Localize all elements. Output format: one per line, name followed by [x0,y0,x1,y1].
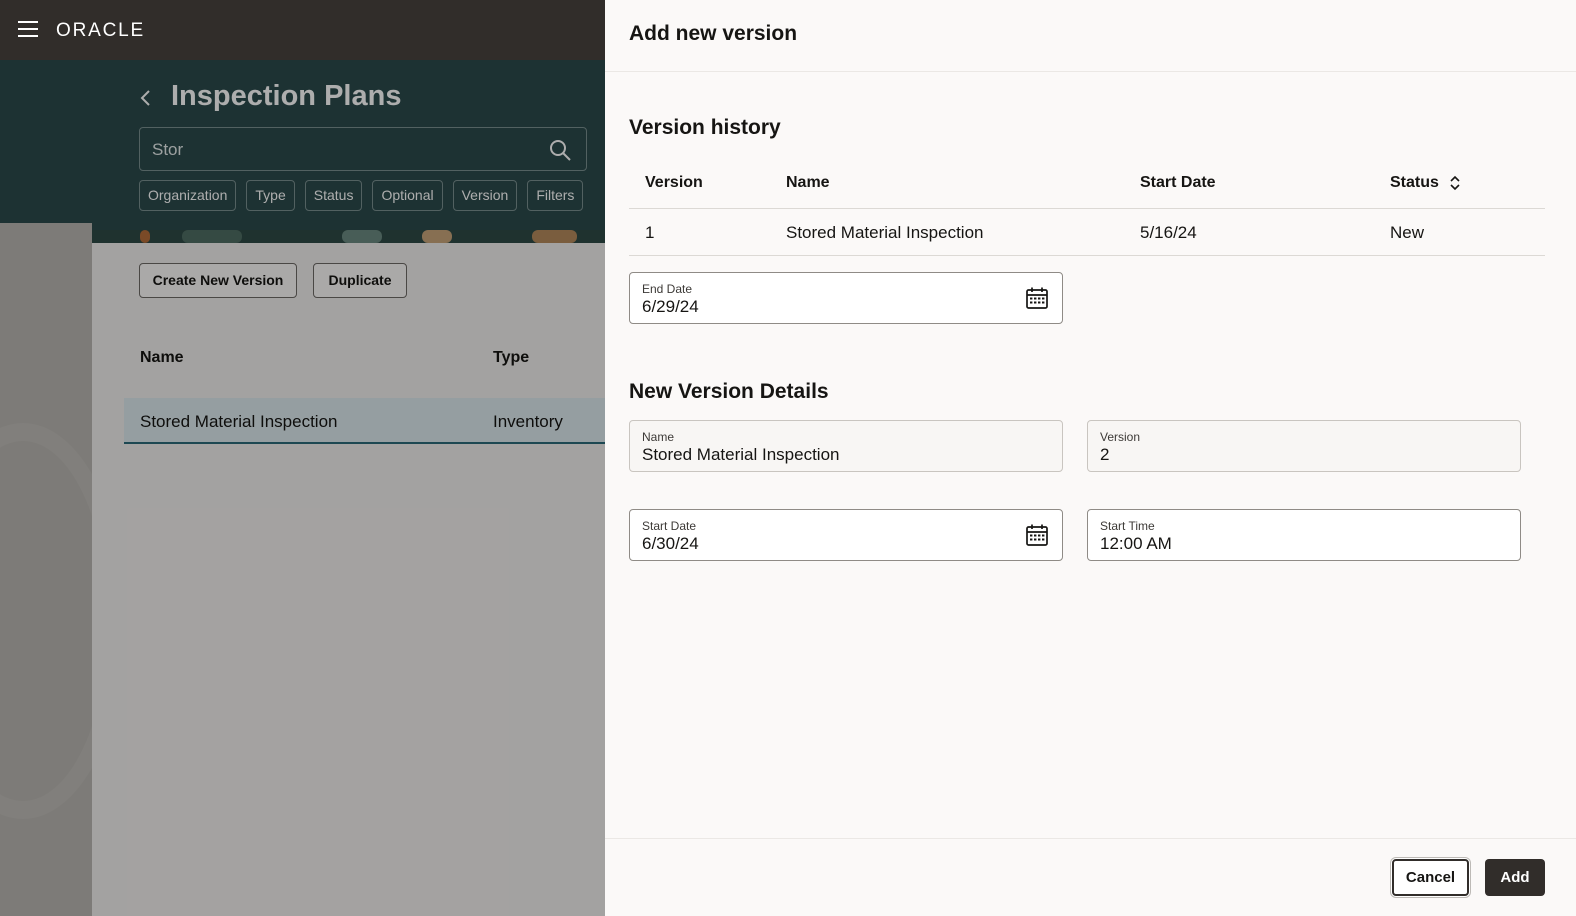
version-history-title: Version history [629,116,781,139]
start-time-label: Start Time [1100,519,1155,533]
drawer-title: Add new version [629,22,798,45]
column-header-status[interactable]: Status [1390,174,1439,192]
version-history-table: Version Name Start Date Status 1 Stored … [629,160,1545,256]
end-date-value: 6/29/24 [642,297,699,316]
start-time-field[interactable]: Start Time 12:00 AM [1087,509,1521,561]
row-status: New [1390,223,1425,242]
row-name: Stored Material Inspection [786,223,984,242]
start-date-field[interactable]: Start Date 6/30/24 [629,509,1063,561]
calendar-icon[interactable] [1025,286,1049,310]
name-label: Name [642,430,675,444]
row-version: 1 [645,223,655,242]
drawer-footer: Cancel Add [605,838,1576,916]
table-row: 1 Stored Material Inspection 5/16/24 New [629,209,1545,256]
sort-icon[interactable] [1449,174,1461,192]
column-header-version: Version [645,174,703,191]
add-version-drawer: Add new version Version history Version … [605,0,1576,916]
new-version-details-title: New Version Details [629,380,829,403]
calendar-icon[interactable] [1025,523,1049,547]
name-value: Stored Material Inspection [642,445,840,464]
cancel-button[interactable]: Cancel [1392,859,1469,896]
modal-scrim [0,60,610,916]
version-label: Version [1100,430,1141,444]
column-header-start-date: Start Date [1140,174,1216,191]
end-date-label: End Date [642,282,693,296]
version-field[interactable]: Version 2 [1087,420,1521,472]
table-header-row: Version Name Start Date Status [629,160,1545,209]
start-time-value: 12:00 AM [1100,534,1172,553]
row-start-date: 5/16/24 [1140,223,1197,242]
drawer-header: Add new version [605,0,1576,72]
oracle-logo: ORACLE [56,20,145,41]
version-value: 2 [1100,445,1110,464]
end-date-field[interactable]: End Date 6/29/24 [629,272,1063,324]
add-button[interactable]: Add [1485,859,1545,896]
column-header-name: Name [786,174,830,191]
start-date-value: 6/30/24 [642,534,699,553]
hamburger-menu-icon[interactable] [18,21,38,39]
start-date-label: Start Date [642,519,697,533]
name-field[interactable]: Name Stored Material Inspection [629,420,1063,472]
